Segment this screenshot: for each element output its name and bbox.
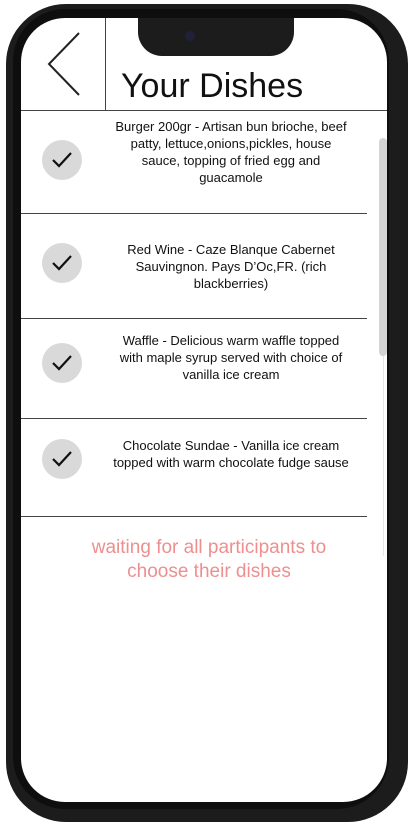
waiting-message: waiting for all participants to choose t… <box>91 537 327 582</box>
scrollbar[interactable] <box>379 138 387 356</box>
app-screen: Your Dishes Burger 200gr - Artisan bun b… <box>21 18 387 802</box>
camera-icon <box>185 31 195 41</box>
check-icon <box>42 243 82 283</box>
chevron-left-icon <box>47 32 80 96</box>
dish-description: Chocolate Sundae - Vanilla ice cream top… <box>113 438 349 470</box>
page-title: Your Dishes <box>121 67 304 105</box>
phone-notch <box>138 18 294 56</box>
dish-description: Red Wine - Caze Blanque Cabernet Sauving… <box>127 242 335 291</box>
list-item[interactable]: Chocolate Sundae - Vanilla ice cream top… <box>21 419 367 517</box>
list-item[interactable]: Burger 200gr - Artisan bun brioche, beef… <box>21 111 367 214</box>
list-item[interactable]: Waffle - Delicious warm waffle topped wi… <box>21 319 367 419</box>
check-icon <box>42 140 82 180</box>
check-icon <box>42 343 82 383</box>
dish-list[interactable]: Burger 200gr - Artisan bun brioche, beef… <box>21 111 367 517</box>
check-icon <box>42 439 82 479</box>
scroll-track <box>383 356 384 556</box>
dish-description: Burger 200gr - Artisan bun brioche, beef… <box>115 119 347 185</box>
list-item[interactable]: Red Wine - Caze Blanque Cabernet Sauving… <box>21 214 367 319</box>
back-button[interactable] <box>21 18 106 110</box>
dish-description: Waffle - Delicious warm waffle topped wi… <box>119 333 343 382</box>
